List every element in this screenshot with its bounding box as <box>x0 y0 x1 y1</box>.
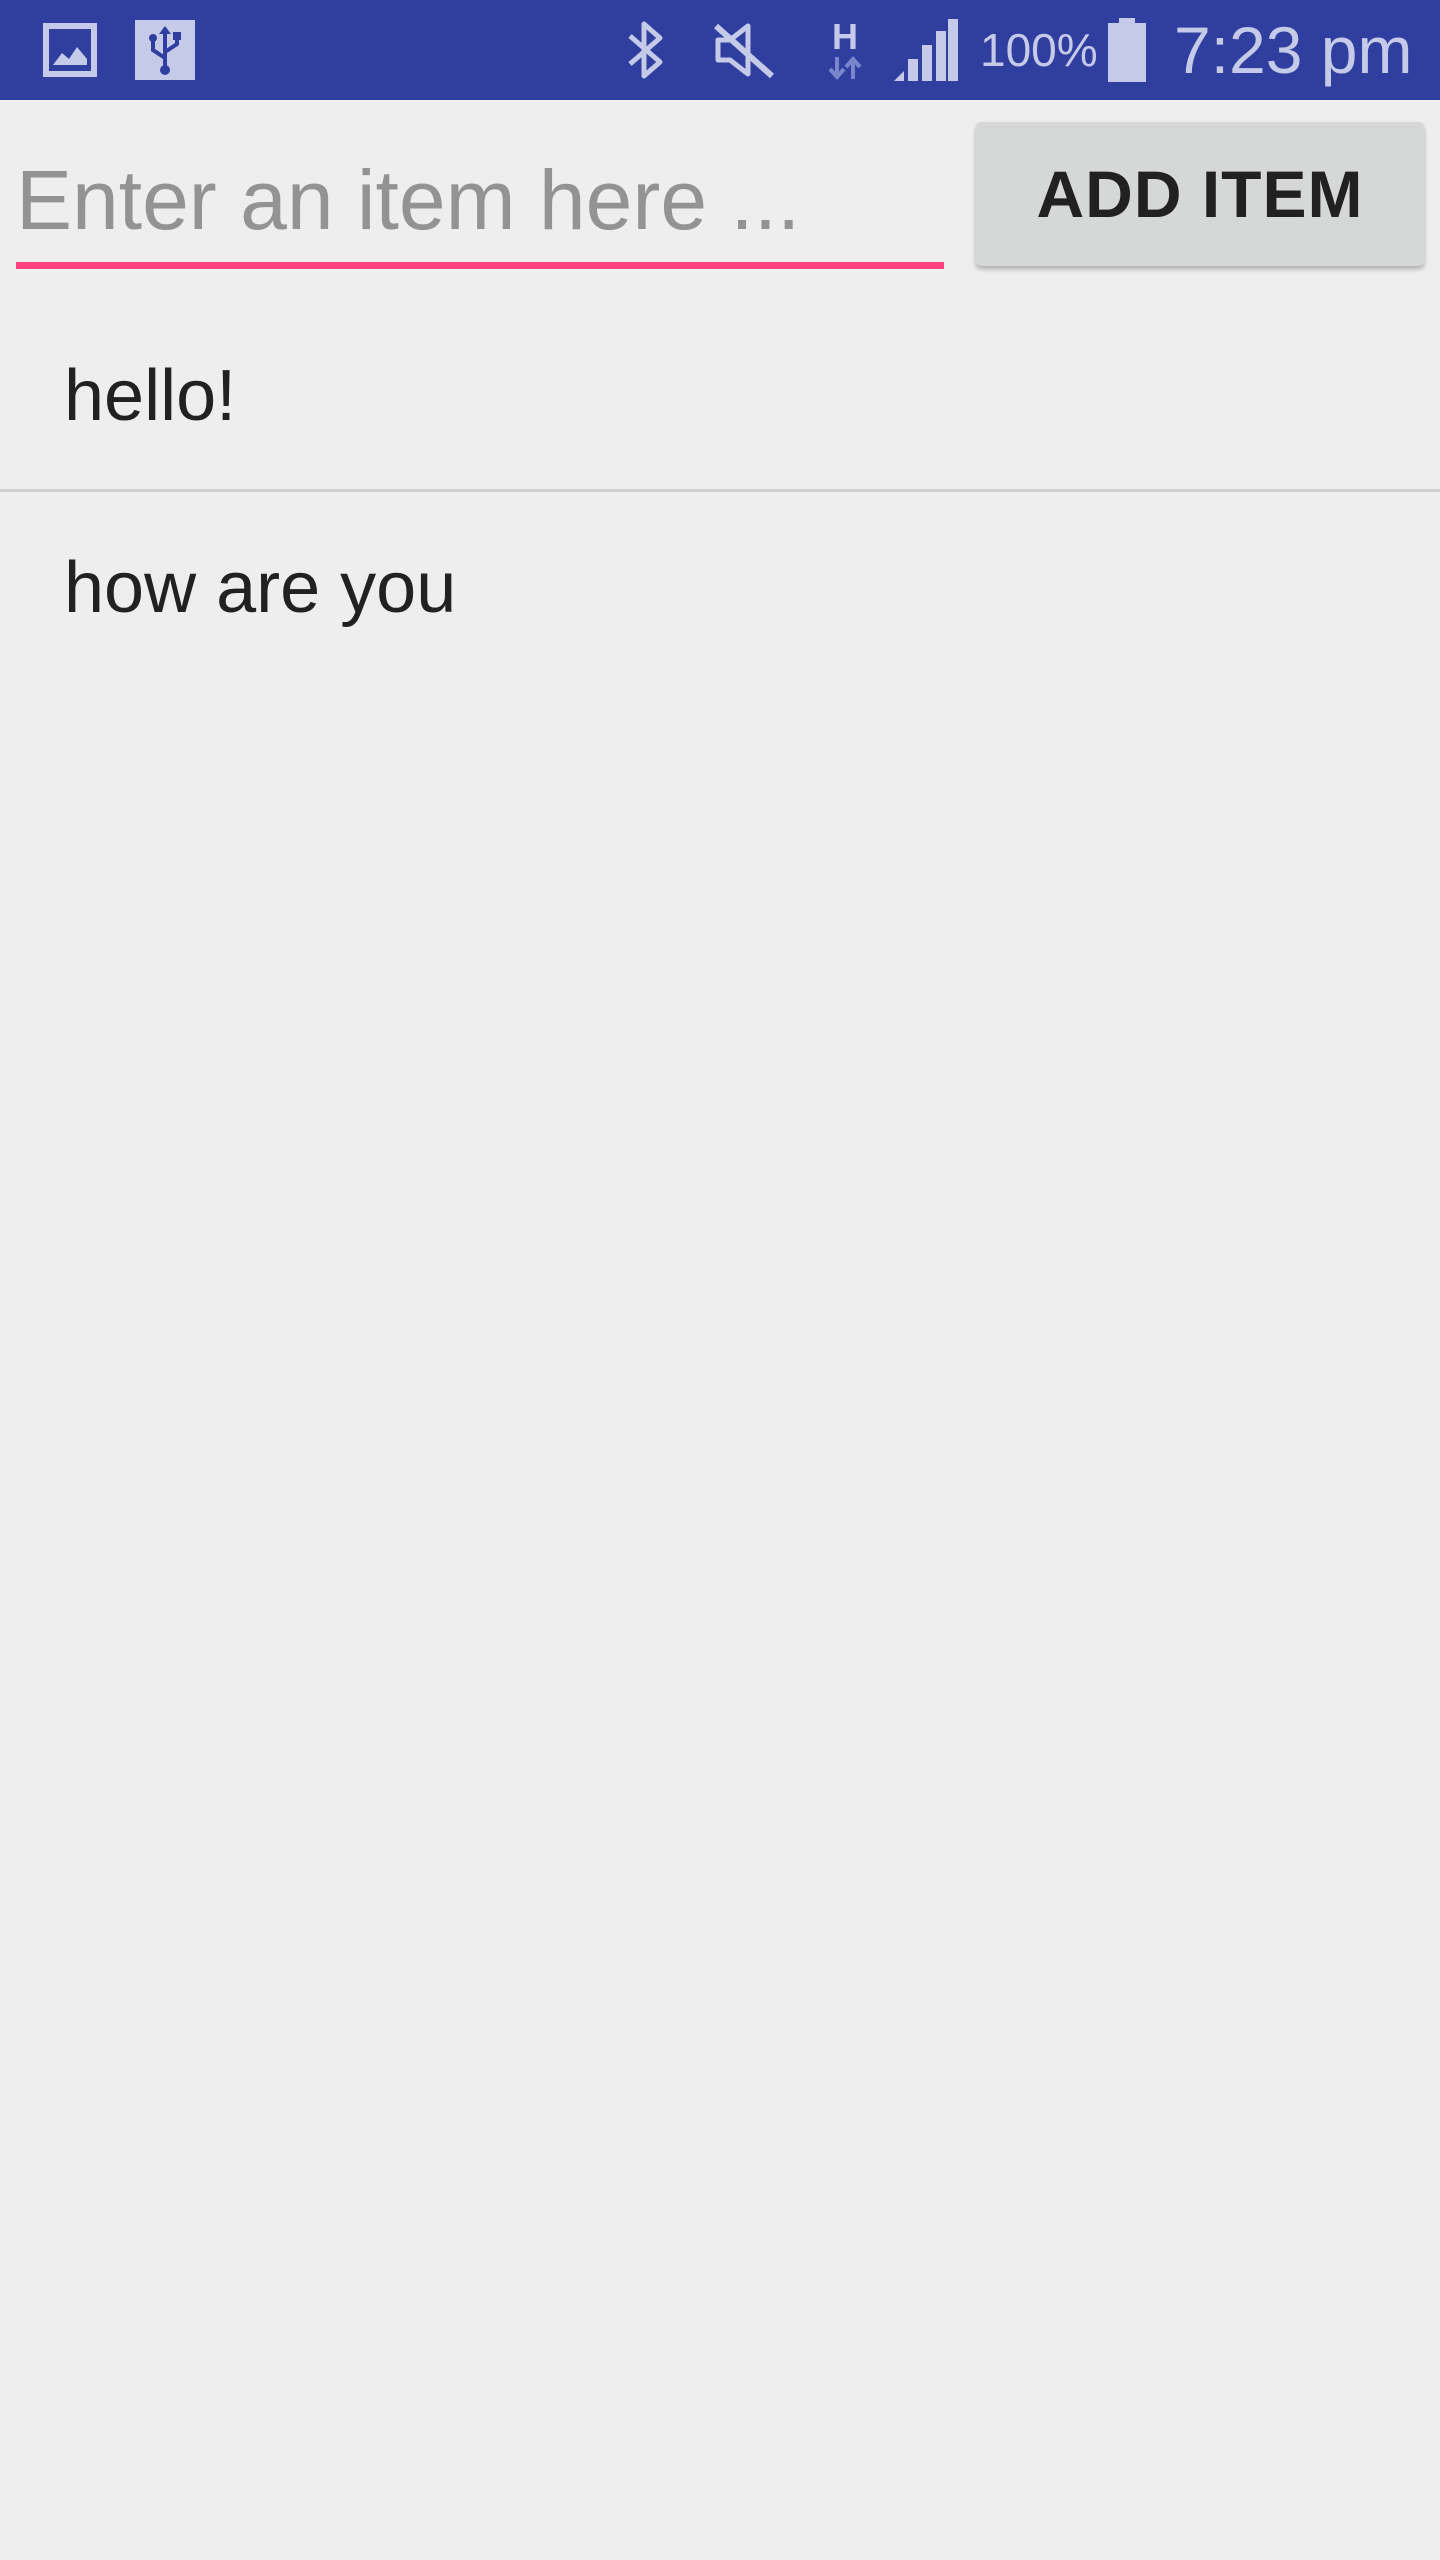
item-list[interactable]: hello! how are you <box>0 300 1440 684</box>
status-bar: H 100% 7:23 pm <box>0 0 1440 100</box>
input-underline <box>16 262 944 269</box>
bluetooth-icon <box>618 0 674 100</box>
battery-percent: 100% <box>980 24 1098 76</box>
mute-icon <box>710 0 780 100</box>
list-item[interactable]: how are you <box>0 492 1440 684</box>
signal-icon <box>890 0 960 100</box>
usb-icon <box>134 0 196 100</box>
clock: 7:23 pm <box>1174 13 1413 87</box>
item-input[interactable] <box>16 144 944 256</box>
list-item[interactable]: hello! <box>0 300 1440 492</box>
battery-icon <box>1104 0 1150 100</box>
hspa-data-icon: H <box>820 0 870 100</box>
data-network-label: H <box>832 16 858 57</box>
gallery-icon <box>40 0 100 100</box>
add-item-button[interactable]: ADD ITEM <box>976 122 1424 266</box>
add-item-bar: ADD ITEM <box>0 100 1440 300</box>
